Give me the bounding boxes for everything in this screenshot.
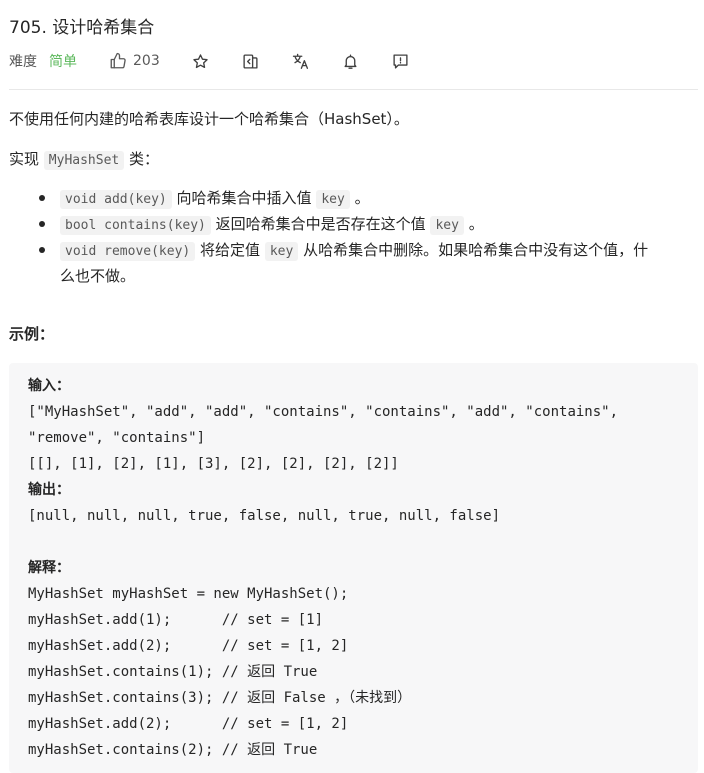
problem-intro: 不使用任何内建的哈希表库设计一个哈希集合（HashSet）。 [9, 110, 409, 128]
list-item: void add(key) 向哈希集合中插入值 key 。 [9, 186, 689, 212]
example-heading: 示例： [9, 325, 55, 343]
explanation-line: myHashSet.contains(3); // 返回 False ，（未找到… [28, 690, 412, 706]
explanation-label: 解释： [28, 560, 70, 576]
input-line: [[], [1], [2], [1], [3], [2], [2], [2], … [28, 456, 399, 472]
favorite-button[interactable] [192, 52, 210, 70]
param-code: key [264, 242, 299, 261]
problem-meta: 难度 简单 203 [9, 50, 410, 72]
list-item: void remove(key) 将给定值 key 从哈希集合中删除。如果哈希集… [9, 238, 689, 288]
output-line: [null, null, null, true, false, null, tr… [28, 508, 501, 524]
method-tail: 从哈希集合中删除。如果哈希集合中没有这个值，什 [303, 241, 649, 259]
problem-title: 705. 设计哈希集合 [9, 18, 155, 38]
method-description: 将给定值 [200, 241, 261, 259]
input-line: ["MyHashSet", "add", "add", "contains", … [28, 404, 619, 420]
param-code: key [316, 190, 350, 209]
divider [9, 89, 698, 90]
method-description: 返回哈希集合中是否存在这个值 [215, 215, 426, 233]
share-icon [243, 53, 258, 69]
method-signature: bool contains(key) [60, 216, 211, 235]
explanation-line: myHashSet.add(1); // set = [1] [28, 612, 324, 628]
difficulty-label: 难度 [9, 54, 37, 70]
translate-button[interactable] [292, 52, 310, 70]
share-button[interactable] [242, 52, 260, 70]
explanation-line: myHashSet.add(2); // set = [1, 2] [28, 638, 349, 654]
difficulty-badge: 简单 [49, 54, 77, 70]
explanation-line: MyHashSet myHashSet = new MyHashSet(); [28, 586, 349, 602]
notification-button[interactable] [342, 52, 360, 70]
method-signature: void remove(key) [60, 242, 196, 261]
input-label: 输入： [28, 378, 70, 394]
star-icon [193, 53, 208, 68]
feedback-icon [393, 53, 408, 69]
method-list: void add(key) 向哈希集合中插入值 key 。 bool conta… [9, 186, 689, 288]
thumbs-up-icon [110, 52, 126, 69]
implement-suffix: 类： [129, 150, 160, 168]
like-count: 203 [133, 53, 160, 69]
method-tail-continued: 么也不做。 [60, 267, 136, 285]
example-code-block: 输入： ["MyHashSet", "add", "add", "contain… [9, 363, 698, 773]
list-item: bool contains(key) 返回哈希集合中是否存在这个值 key 。 [9, 212, 689, 238]
explanation-line: myHashSet.contains(1); // 返回 True [28, 664, 318, 680]
method-tail: 。 [468, 215, 484, 233]
class-name-code: MyHashSet [43, 151, 125, 170]
method-description: 向哈希集合中插入值 [176, 189, 312, 207]
like-button[interactable]: 203 [109, 52, 160, 70]
method-signature: void add(key) [60, 190, 172, 209]
method-tail: 。 [354, 189, 370, 207]
bell-icon [344, 53, 357, 69]
implement-line: 实现 MyHashSet 类： [9, 147, 159, 173]
feedback-button[interactable] [392, 52, 410, 70]
implement-prefix: 实现 [9, 150, 40, 168]
output-label: 输出： [28, 482, 70, 498]
explanation-line: myHashSet.contains(2); // 返回 True [28, 742, 318, 758]
translate-icon [292, 53, 308, 69]
param-code: key [430, 216, 464, 235]
explanation-line: myHashSet.add(2); // set = [1, 2] [28, 716, 349, 732]
input-line: "remove", "contains"] [28, 430, 206, 446]
